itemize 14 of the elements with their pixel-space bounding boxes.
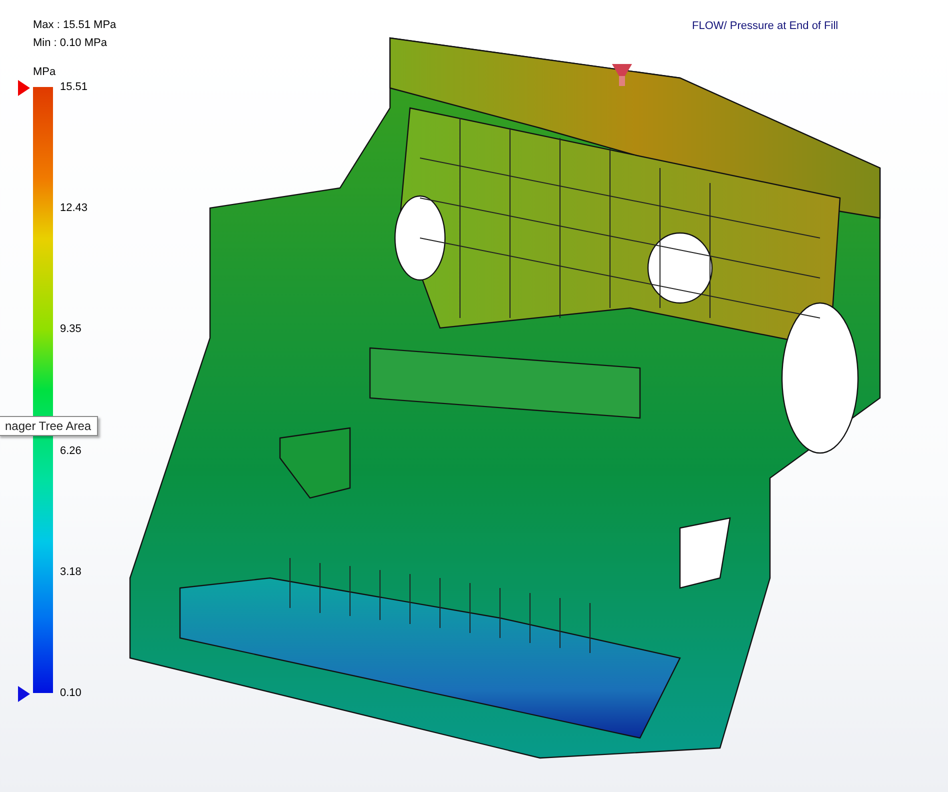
unit-label: MPa bbox=[33, 66, 56, 78]
min-marker-icon bbox=[18, 686, 30, 702]
scale-tick-label: 6.26 bbox=[60, 444, 82, 458]
max-marker-icon bbox=[18, 80, 30, 96]
min-value-label: Min : 0.10 MPa bbox=[33, 37, 108, 50]
plot-title: FLOW/ Pressure at End of Fill bbox=[692, 20, 838, 32]
scale-tick-label: 0.10 bbox=[60, 686, 82, 700]
max-value-label: Max : 15.51 MPa bbox=[33, 19, 116, 32]
scale-tick-label: 9.35 bbox=[60, 322, 82, 336]
tooltip: nager Tree Area bbox=[0, 416, 98, 436]
scale-tick-label: 3.18 bbox=[60, 564, 82, 579]
injection-point-icon bbox=[612, 64, 632, 86]
scale-tick-label: 12.43 bbox=[60, 201, 88, 216]
scale-tick-label: 15.51 bbox=[60, 80, 88, 94]
